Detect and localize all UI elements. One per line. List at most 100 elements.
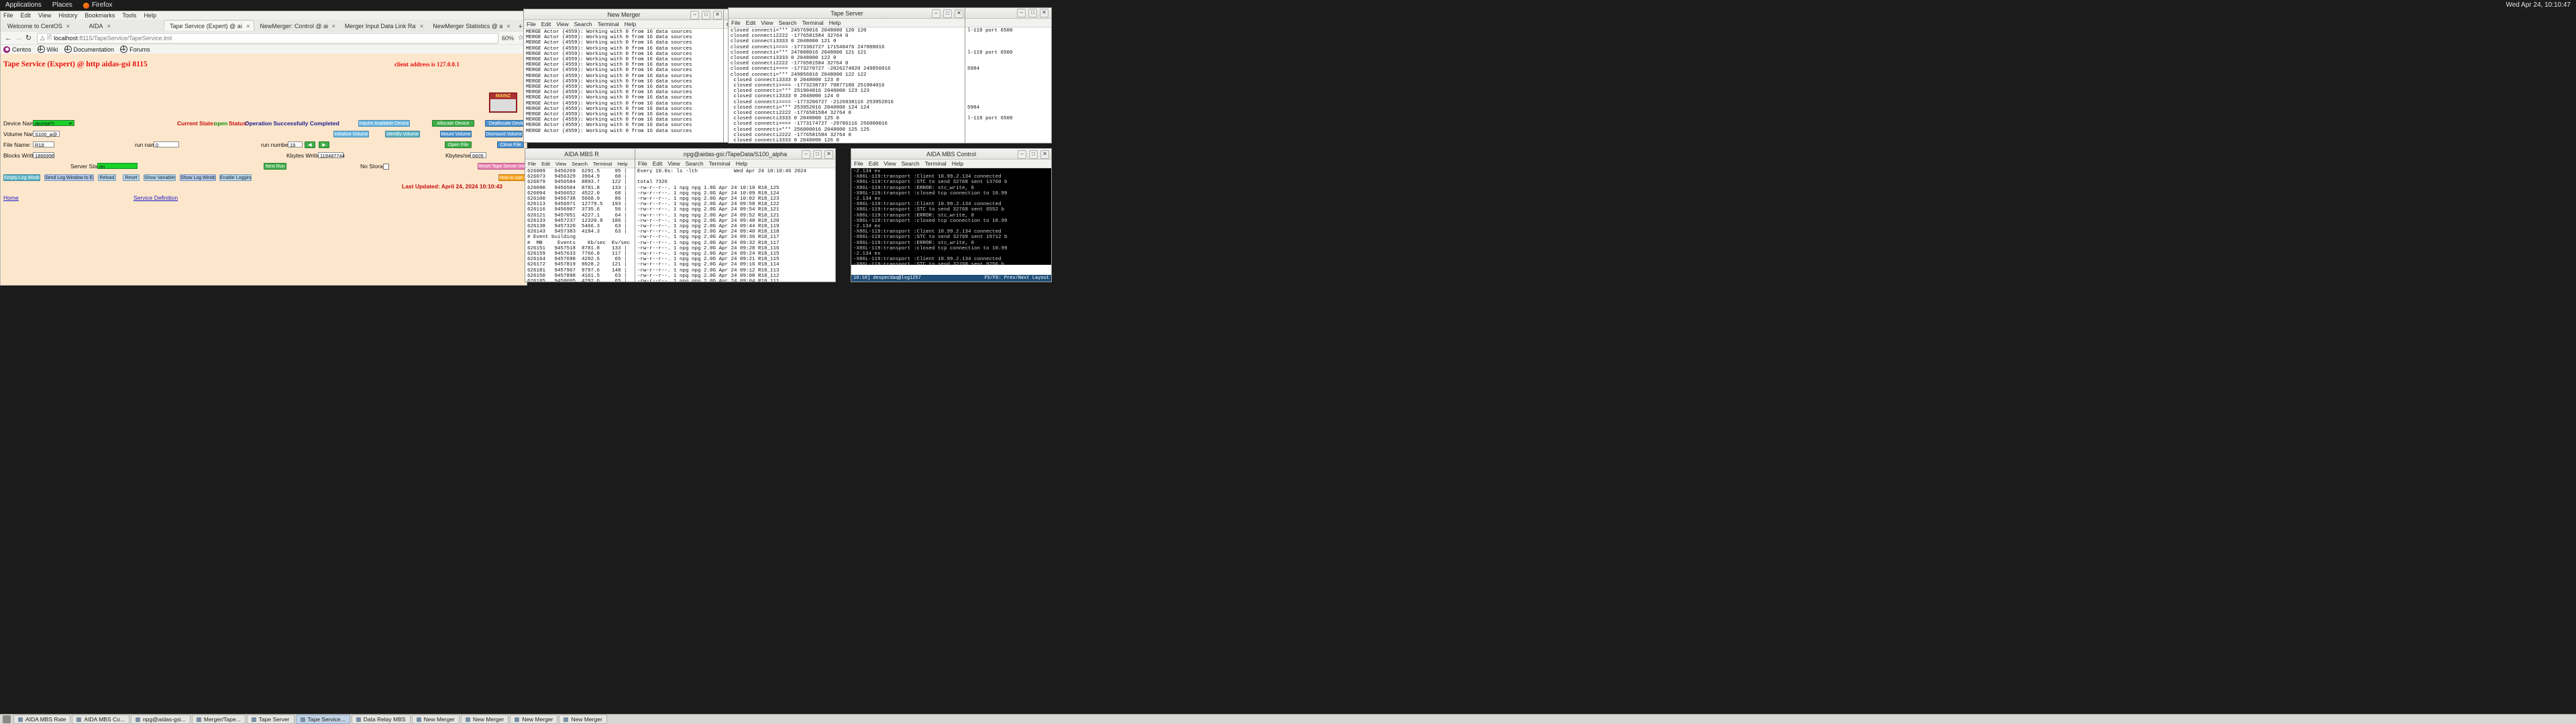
run-number-input[interactable]: 19 [288,141,303,147]
menu-edit[interactable]: Edit [869,160,879,167]
close-button[interactable]: ✕ [824,150,833,159]
menu-edit[interactable]: Edit [653,160,663,167]
home-link[interactable]: Home [3,194,19,201]
taskbar-item[interactable]: New Merger [559,715,606,724]
tab-close-icon[interactable]: × [506,23,510,29]
menu-help[interactable]: Help [144,12,156,19]
volume-name-input[interactable]: S100_a@ [33,131,60,137]
identify-volume-button[interactable]: Identify Volume [385,131,420,137]
menu-search[interactable]: Search [574,21,592,27]
places-menu[interactable]: Places [47,0,78,11]
reload-button[interactable]: Reload [98,174,116,181]
menu-help[interactable]: Help [736,160,747,167]
taskbar-item[interactable]: AIDA MBS Rate [13,715,70,724]
back-icon[interactable]: ← [3,33,13,43]
how-to-use-this-page-button[interactable]: How to use this page [498,174,527,181]
open-file-button[interactable]: Open File [445,141,472,148]
start-button[interactable] [3,715,11,723]
show-variables-button[interactable]: Show Variables [144,174,176,181]
bookmark-documentation[interactable]: Documentation [64,46,115,53]
bookmark-forums[interactable]: Forums [120,46,150,53]
menu-search[interactable]: Search [572,161,588,167]
menu-file[interactable]: File [731,19,741,26]
menu-view[interactable]: View [761,19,773,26]
menu-terminal[interactable]: Terminal [593,161,612,167]
browser-tab[interactable]: Welcome to CentOS × [2,21,84,31]
allocate-device-button[interactable]: Allocate Device [432,120,474,127]
menu-bookmarks[interactable]: Bookmarks [85,12,115,19]
menu-help[interactable]: Help [625,21,636,27]
menu-file[interactable]: File [3,12,13,19]
menu-view[interactable]: View [883,160,896,167]
clock[interactable]: Wed Apr 24, 10:10:47 [2500,0,2576,11]
window-titlebar[interactable]: npg@aidas-gsi:/TapeData/S100_alpha – □ ✕ [635,149,835,160]
menu-help[interactable]: Help [952,160,963,167]
taskbar-item[interactable]: Merger/Tape... [192,715,246,724]
window-titlebar[interactable]: AIDA MBS R [525,149,638,160]
menu-terminal[interactable]: Terminal [598,21,619,27]
device-name-select[interactable]: dev%#?! [33,120,74,126]
deallocate-device-button[interactable]: Deallocate Device [485,120,527,127]
run-number-increment-button[interactable]: ▶ [319,141,329,148]
tab-close-icon[interactable]: × [246,23,250,29]
menu-view[interactable]: View [556,21,568,27]
menu-history[interactable]: History [58,12,77,19]
minimize-button[interactable]: – [1017,9,1026,17]
service-definition-link[interactable]: Service Definition [133,194,178,201]
reload-icon[interactable]: ↻ [23,33,34,43]
close-button[interactable]: ✕ [955,9,963,18]
send-log-window-to-elog-button[interactable]: Send Log Window to ELog [44,174,94,181]
tab-close-icon[interactable]: × [107,23,111,29]
menu-help[interactable]: Help [829,19,841,26]
menu-search[interactable]: Search [686,160,704,167]
window-titlebar[interactable]: Tape Server – □ ✕ [729,8,965,19]
menu-terminal[interactable]: Terminal [802,19,824,26]
firefox-window-menu[interactable]: Firefox [78,0,118,11]
maximize-button[interactable]: □ [702,11,710,19]
menu-search[interactable]: Search [902,160,920,167]
close-button[interactable]: ✕ [1040,9,1049,17]
no-storage-checkbox[interactable] [383,164,389,170]
taskbar-item[interactable]: Tape Service... [296,715,350,724]
minimize-button[interactable]: – [802,150,810,159]
initialise-volume-button[interactable]: Initialise Volume [333,131,369,137]
empty-log-window-button[interactable]: Empty Log Window [3,174,40,181]
reset-tape-server-interface-button[interactable]: Reset Tape Server Interface [478,163,527,170]
maximize-button[interactable]: □ [1029,150,1038,159]
dismount-volume-button[interactable]: Dismount Volume [485,131,523,137]
browser-tab[interactable]: NewMerger Statistics @ aida × [427,21,514,31]
show-log-window-button[interactable]: Show Log Window [180,174,216,181]
menu-file[interactable]: File [638,160,647,167]
window-titlebar[interactable]: – □ ✕ [965,8,1051,19]
reset-button[interactable]: Reset [123,174,140,181]
minimize-button[interactable]: – [932,9,941,18]
menu-terminal[interactable]: Terminal [709,160,731,167]
maximize-button[interactable]: □ [943,9,952,18]
menu-edit[interactable]: Edit [541,161,550,167]
minimize-button[interactable]: – [690,11,699,19]
minimize-button[interactable]: – [1018,150,1026,159]
run-number-decrement-button[interactable]: ◀ [305,141,315,148]
mount-volume-button[interactable]: Mount Volume [440,131,472,137]
maximize-button[interactable]: □ [1028,9,1037,17]
taskbar-item[interactable]: Tape Server [247,715,294,724]
zoom-level[interactable]: 60% [502,35,514,42]
window-titlebar[interactable]: AIDA MBS Control – □ ✕ [851,149,1051,160]
applications-menu[interactable]: Applications [0,0,47,11]
inquire-available-devices-button[interactable]: Inquire Available Devices [358,120,410,127]
menu-tools[interactable]: Tools [122,12,136,19]
menu-file[interactable]: File [528,161,536,167]
tab-close-icon[interactable]: × [332,23,335,29]
taskbar-item[interactable]: New Merger [412,715,460,724]
maximize-button[interactable]: □ [813,150,822,159]
taskbar-item[interactable]: New Merger [461,715,508,724]
menu-view[interactable]: View [555,161,566,167]
close-file-button[interactable]: Close File [497,141,524,148]
menu-terminal[interactable]: Terminal [925,160,947,167]
menu-edit[interactable]: Edit [21,12,32,19]
next-run-button[interactable]: Next Run [264,163,286,170]
menu-edit[interactable]: Edit [541,21,551,27]
browser-tab[interactable]: Merger Input Data Link Rates × [339,21,427,31]
browser-tab-active[interactable]: Tape Service (Expert) @ aidas × [164,20,254,31]
close-button[interactable]: ✕ [1040,150,1049,159]
